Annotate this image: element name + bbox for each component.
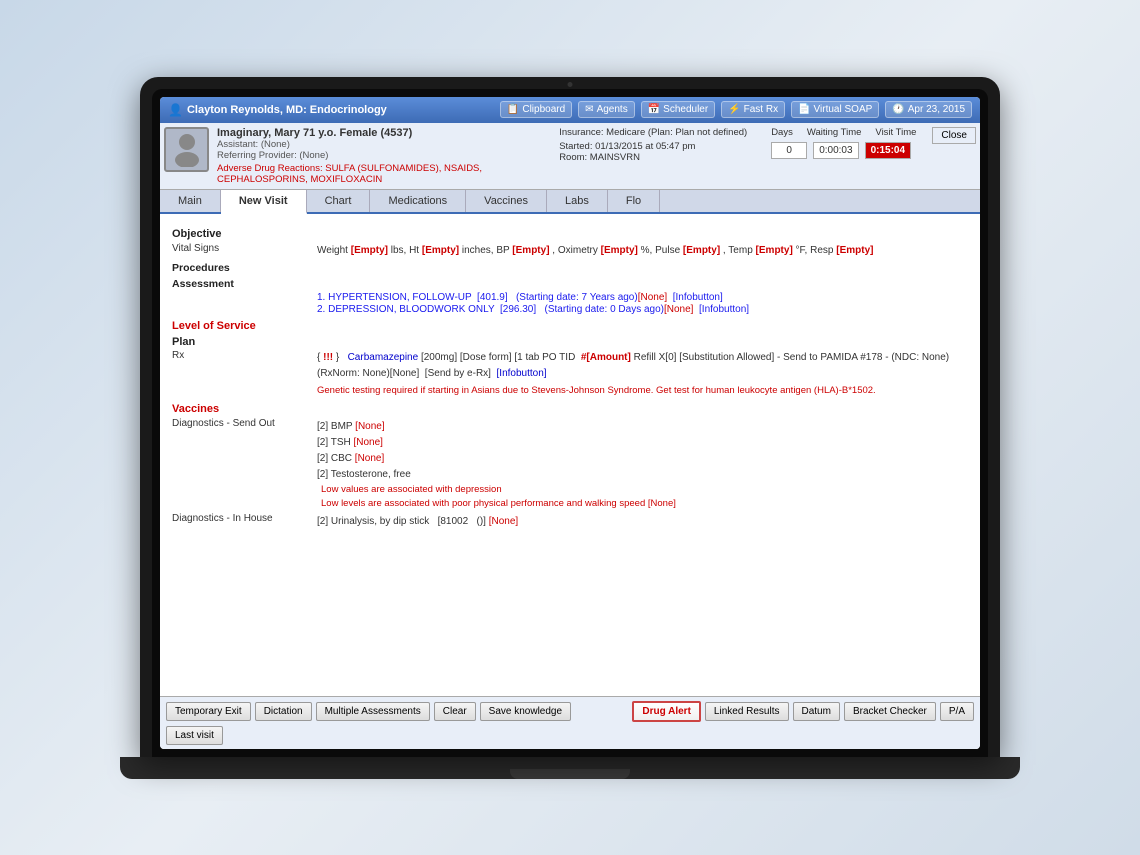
scheduler-button[interactable]: 📅 Scheduler: [641, 101, 715, 118]
datum-button[interactable]: Datum: [793, 702, 840, 721]
room-info: Room: MAINSVRN: [559, 152, 747, 163]
diag-cbc: [2] CBC [None]: [317, 451, 968, 466]
patient-referring: Referring Provider: (None): [217, 150, 543, 161]
rx-label: Rx: [172, 350, 317, 398]
temp-exit-button[interactable]: Temporary Exit: [166, 702, 251, 721]
multiple-assessments-button[interactable]: Multiple Assessments: [316, 702, 430, 721]
patient-assistant: Assistant: (None): [217, 139, 543, 150]
content-area[interactable]: Objective Vital Signs Weight [Empty] lbs…: [160, 214, 980, 696]
started-info: Started: 01/13/2015 at 05:47 pm: [559, 141, 747, 152]
date-button[interactable]: 🕐 Apr 23, 2015: [885, 101, 972, 118]
vaccines-header: Vaccines: [172, 403, 968, 415]
virtual-soap-button[interactable]: 📄 Virtual SOAP: [791, 101, 879, 118]
virtual-soap-icon: 📄: [798, 104, 810, 115]
level-of-service: Level of Service: [172, 320, 968, 332]
objective-header: Objective: [172, 228, 968, 240]
tab-medications[interactable]: Medications: [370, 190, 466, 212]
top-bar: 👤 Clayton Reynolds, MD: Endocrinology 📋 …: [160, 97, 980, 123]
visit-time-value: 0:15:04: [865, 142, 911, 159]
pia-button[interactable]: P/A: [940, 702, 974, 721]
assessment-items: 1. HYPERTENSION, FOLLOW-UP [401.9] (Star…: [172, 292, 968, 315]
insurance-info: Insurance: Medicare (Plan: Plan not defi…: [559, 127, 747, 138]
procedures-header: Procedures: [172, 262, 968, 274]
patient-name: Imaginary, Mary 71 y.o. Female (4537): [217, 127, 543, 139]
rx-warning: Genetic testing required if starting in …: [317, 384, 968, 398]
patient-bar: Imaginary, Mary 71 y.o. Female (4537) As…: [160, 123, 980, 190]
tab-main[interactable]: Main: [160, 190, 221, 212]
timing-section: Days Waiting Time Visit Time 0 0:00:03 0…: [763, 127, 924, 185]
days-label: Days: [771, 127, 793, 138]
agents-button[interactable]: ✉ Agents: [578, 101, 635, 118]
main-content: Objective Vital Signs Weight [Empty] lbs…: [160, 214, 980, 749]
rx-content: { !!! } Carbamazepine [200mg] [Dose form…: [317, 350, 968, 398]
rx-row: Rx { !!! } Carbamazepine [200mg] [Dose f…: [172, 350, 968, 398]
vital-signs-row: Vital Signs Weight [Empty] lbs, Ht [Empt…: [172, 243, 968, 258]
diag-note-2: Low levels are associated with poor phys…: [321, 497, 968, 511]
clear-button[interactable]: Clear: [434, 702, 476, 721]
diag-tsh: [2] TSH [None]: [317, 435, 968, 450]
diag-inhouse-row: Diagnostics - In House [2] Urinalysis, b…: [172, 513, 968, 530]
diag-sendout-row: Diagnostics - Send Out [2] BMP [None] [2…: [172, 418, 968, 512]
fast-rx-button[interactable]: ⚡ Fast Rx: [721, 101, 785, 118]
diag-bmp: [2] BMP [None]: [317, 419, 968, 434]
waiting-label: Waiting Time: [807, 127, 862, 138]
agents-icon: ✉: [585, 104, 593, 115]
tab-chart[interactable]: Chart: [307, 190, 371, 212]
tab-vaccines[interactable]: Vaccines: [466, 190, 547, 212]
tab-new-visit[interactable]: New Visit: [221, 190, 307, 214]
drug-alert-button[interactable]: Drug Alert: [632, 701, 701, 722]
diag-note-1: Low values are associated with depressio…: [321, 483, 968, 497]
waiting-value: 0:00:03: [813, 142, 858, 159]
last-visit-button[interactable]: Last visit: [166, 726, 223, 745]
adverse-reactions: Adverse Drug Reactions: SULFA (SULFONAMI…: [217, 163, 543, 185]
patient-info: Imaginary, Mary 71 y.o. Female (4537) As…: [217, 127, 543, 185]
diag-testosterone: [2] Testosterone, free: [317, 467, 968, 482]
diag-inhouse-items: [2] Urinalysis, by dip stick [81002 ()] …: [317, 513, 968, 530]
assessment-item-1: 1. HYPERTENSION, FOLLOW-UP [401.9] (Star…: [317, 292, 968, 303]
clipboard-button[interactable]: 📋 Clipboard: [500, 101, 572, 118]
vital-signs-label: Vital Signs: [172, 243, 317, 258]
close-button[interactable]: Close: [932, 127, 976, 144]
bracket-checker-button[interactable]: Bracket Checker: [844, 702, 936, 721]
assessment-item-2: 2. DEPRESSION, BLOODWORK ONLY [296.30] (…: [317, 304, 968, 315]
nav-tabs: Main New Visit Chart Medications Vaccine…: [160, 190, 980, 214]
diag-urinalysis: [2] Urinalysis, by dip stick [81002 ()] …: [317, 514, 968, 529]
save-knowledge-button[interactable]: Save knowledge: [480, 702, 571, 721]
dictation-button[interactable]: Dictation: [255, 702, 312, 721]
assessment-header: Assessment: [172, 278, 968, 290]
days-value: 0: [771, 142, 807, 159]
clock-icon: 🕐: [892, 104, 904, 115]
clipboard-icon: 📋: [507, 104, 519, 115]
bottom-bar: Temporary Exit Dictation Multiple Assess…: [160, 696, 980, 749]
vital-signs-value: Weight [Empty] lbs, Ht [Empty] inches, B…: [317, 243, 968, 258]
tab-flo[interactable]: Flo: [608, 190, 660, 212]
linked-results-button[interactable]: Linked Results: [705, 702, 789, 721]
tab-labs[interactable]: Labs: [547, 190, 608, 212]
diag-inhouse-label: Diagnostics - In House: [172, 513, 317, 530]
adverse-label: Adverse Drug Reactions:: [217, 163, 323, 174]
scheduler-icon: 📅: [648, 104, 660, 115]
diag-sendout-items: [2] BMP [None] [2] TSH [None] [2] CBC [N…: [317, 418, 968, 512]
plan-label: Plan: [172, 336, 968, 348]
diag-sendout-label: Diagnostics - Send Out: [172, 418, 317, 512]
visit-label: Visit Time: [875, 127, 916, 138]
fast-rx-icon: ⚡: [728, 104, 740, 115]
avatar: [164, 127, 209, 172]
insurance-section: Insurance: Medicare (Plan: Plan not defi…: [551, 127, 755, 185]
provider-name: Clayton Reynolds, MD: Endocrinology: [187, 104, 387, 116]
